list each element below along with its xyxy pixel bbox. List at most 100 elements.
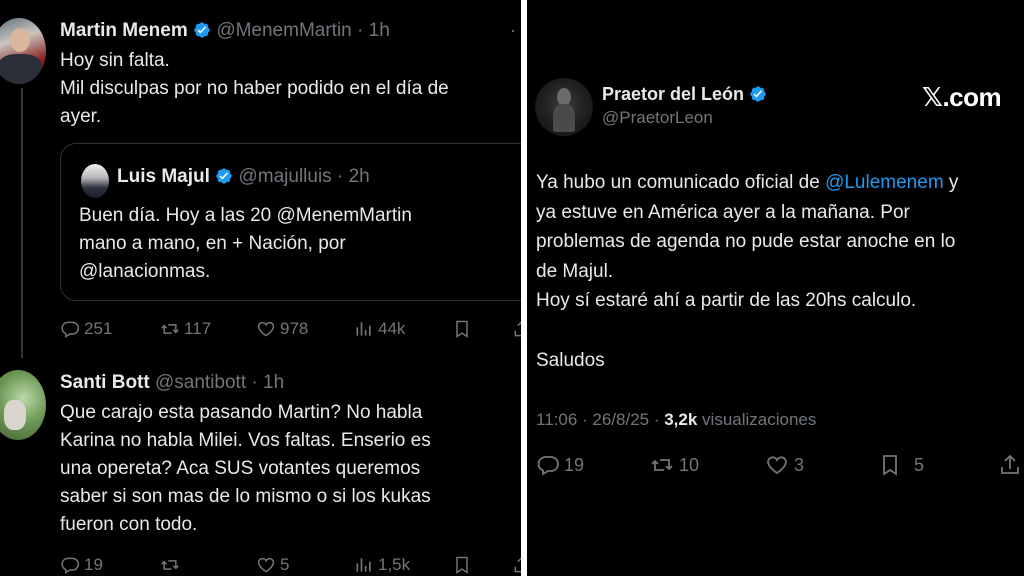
- bookmark-icon: [883, 455, 897, 476]
- tweet-line: de Majul.: [536, 260, 614, 282]
- reply-button[interactable]: 251: [60, 319, 112, 339]
- reply-count: 19: [84, 555, 103, 574]
- right-screenshot: Praetor del León @PraetorLeon 𝕏.com Ya h…: [527, 0, 1024, 576]
- views-count: 1,5k: [378, 555, 411, 574]
- quote-header: Luis Majul @majulluis · 2h: [117, 166, 370, 187]
- views-chart-icon: [356, 558, 371, 572]
- bookmark-button[interactable]: [452, 555, 472, 575]
- tweet-time[interactable]: 1h: [263, 372, 284, 393]
- tweet-line: Karina no habla Milei. Vos faltas. Enser…: [60, 430, 431, 451]
- author-name[interactable]: Praetor del León: [602, 84, 744, 104]
- author-name[interactable]: Santi Bott: [60, 372, 150, 393]
- verified-badge-icon: [750, 86, 766, 102]
- quote-time: 2h: [348, 166, 370, 187]
- quoted-tweet[interactable]: Luis Majul @majulluis · 2h Buen día. Hoy…: [60, 143, 521, 301]
- repost-count: 117: [184, 319, 212, 338]
- quote-line: @lanacionmas.: [79, 261, 211, 282]
- tweet-line: fueron con todo.: [60, 514, 198, 535]
- share-icon: [1001, 454, 1019, 474]
- more-options-icon[interactable]: ·: [510, 20, 517, 41]
- quote-line: mano a mano, en + Nación, por: [79, 233, 346, 254]
- views-chart-icon: [356, 322, 371, 336]
- bott-action-bar: 19 5 1,5k: [60, 553, 521, 576]
- like-count: 3: [794, 454, 805, 475]
- views-count: 44k: [378, 319, 406, 338]
- share-button[interactable]: [512, 555, 521, 575]
- praetor-tweet-text: Ya hubo un comunicado oficial de @Luleme…: [536, 168, 1021, 375]
- heart-icon: [257, 321, 275, 337]
- reply-button[interactable]: 19: [536, 453, 584, 477]
- quote-author-name: Luis Majul: [117, 166, 210, 187]
- share-icon: [514, 557, 521, 573]
- reply-icon: [537, 456, 559, 476]
- tweet-time[interactable]: 1h: [369, 20, 390, 41]
- menem-action-bar: 251 117 978 44k: [60, 317, 521, 341]
- views-count: 3,2k: [664, 410, 698, 429]
- views-button[interactable]: 1,5k: [354, 555, 410, 575]
- tweet-line: ayer.: [60, 106, 102, 127]
- left-screenshot: Martin Menem @MenemMartin · 1h · Hoy sin…: [0, 0, 521, 576]
- tweet-line: una opereta? Aca SUS votantes queremos: [60, 458, 421, 479]
- menem-header: Martin Menem @MenemMartin · 1h: [60, 20, 390, 41]
- heart-icon: [257, 557, 275, 573]
- like-count: 5: [280, 555, 290, 574]
- reply-icon: [61, 321, 80, 338]
- tweet-line: saber si son mas de lo mismo o si los ku…: [60, 486, 431, 507]
- bott-tweet-text: Que carajo esta pasando Martin? No habla…: [60, 399, 510, 539]
- like-button[interactable]: 3: [764, 453, 804, 477]
- repost-icon: [161, 560, 179, 570]
- author-handle[interactable]: @MenemMartin: [216, 20, 351, 41]
- views-button[interactable]: 44k: [354, 319, 405, 339]
- tweet-line: Hoy sí estaré ahí a partir de las 20hs c…: [536, 290, 917, 311]
- tweet-timestamp[interactable]: 11:06 · 26/8/25 ·: [536, 410, 664, 429]
- tweet-line: Que carajo esta pasando Martin? No habla: [60, 402, 423, 423]
- repost-icon: [651, 459, 673, 471]
- author-name[interactable]: Martin Menem: [60, 20, 188, 41]
- mention-link[interactable]: @Lulemenem: [825, 172, 944, 193]
- bookmark-button[interactable]: [452, 319, 472, 339]
- tweet-meta: 11:06 · 26/8/25 · 3,2k visualizaciones: [536, 410, 816, 430]
- like-button[interactable]: 5: [256, 555, 289, 575]
- author-handle[interactable]: @santibott: [155, 372, 246, 393]
- tweet-line: Hoy sin falta.: [60, 50, 170, 71]
- repost-count: 10: [679, 454, 700, 475]
- like-button[interactable]: 978: [256, 319, 308, 339]
- quote-author-handle: @majulluis: [238, 166, 332, 187]
- verified-badge-icon: [194, 22, 210, 38]
- praetor-action-bar: 19 10 3 5: [536, 452, 1021, 478]
- heart-icon: [767, 456, 787, 475]
- bookmark-button[interactable]: 5: [878, 453, 924, 477]
- reply-button[interactable]: 19: [60, 555, 103, 575]
- text-fragment: Ya hubo un comunicado oficial de: [536, 172, 826, 193]
- tweet-line: problemas de agenda no pude estar anoche…: [536, 231, 956, 252]
- text-fragment: y: [943, 172, 959, 193]
- bookmark-count: 5: [914, 454, 925, 475]
- bookmark-icon: [456, 320, 468, 338]
- like-count: 978: [280, 319, 309, 338]
- thread-line: [21, 88, 23, 358]
- views-label: visualizaciones: [697, 410, 817, 429]
- menem-tweet-text: Hoy sin falta. Mil disculpas por no habe…: [60, 47, 521, 131]
- bookmark-icon: [456, 556, 468, 574]
- share-button[interactable]: [512, 319, 521, 339]
- repost-icon: [161, 324, 179, 334]
- repost-button[interactable]: 10: [649, 453, 699, 477]
- author-handle[interactable]: @PraetorLeon: [602, 108, 713, 128]
- tweet-line: ya estuve en América ayer a la mañana. P…: [536, 201, 910, 223]
- avatar-bott[interactable]: [0, 370, 46, 440]
- avatar-menem[interactable]: [0, 18, 46, 84]
- tweet-line: Ya hubo un comunicado oficial de @Luleme…: [536, 168, 1021, 198]
- share-button[interactable]: [998, 453, 1022, 477]
- x-logo: 𝕏.com: [922, 82, 1002, 112]
- repost-button[interactable]: [160, 555, 180, 575]
- tweet-line: Mil disculpas por no haber podido en el …: [60, 78, 449, 99]
- reply-count: 251: [84, 319, 113, 338]
- avatar-praetor[interactable]: [535, 78, 593, 136]
- reply-icon: [61, 557, 80, 574]
- quote-text: Buen día. Hoy a las 20 @MenemMartin mano…: [79, 202, 519, 286]
- repost-button[interactable]: 117: [160, 319, 211, 339]
- reply-count: 19: [564, 454, 585, 475]
- avatar-majul: [81, 164, 109, 198]
- share-icon: [514, 321, 521, 337]
- bott-header: Santi Bott @santibott · 1h: [60, 372, 285, 393]
